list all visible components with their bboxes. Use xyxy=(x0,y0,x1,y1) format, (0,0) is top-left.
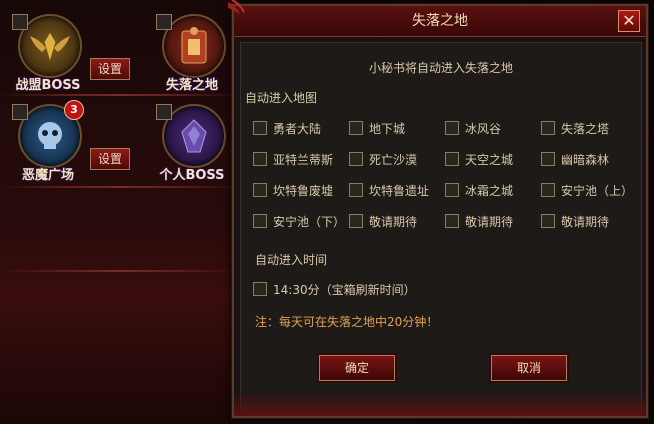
map-option[interactable]: 冰风谷 xyxy=(445,119,501,137)
checkbox[interactable] xyxy=(541,121,555,135)
checkbox[interactable] xyxy=(541,183,555,197)
map-option[interactable]: 安宁池（下） xyxy=(253,212,345,230)
dialog-titlebar: 失落之地 ✕ xyxy=(234,6,646,37)
divider xyxy=(0,186,240,188)
feature-name: 失落之地 xyxy=(165,78,218,93)
divider xyxy=(0,94,240,96)
map-option[interactable]: 亚特兰蒂斯 xyxy=(253,150,333,168)
bottom-glow xyxy=(234,392,646,416)
devil-square-settings-button[interactable]: 设置 xyxy=(90,148,130,170)
checkbox[interactable] xyxy=(253,183,267,197)
feature-name: 个人BOSS xyxy=(159,168,225,183)
feature-guild-boss[interactable]: 战盟BOSS xyxy=(12,14,84,94)
close-icon: ✕ xyxy=(622,11,636,30)
map-option[interactable]: 坎特鲁遗址 xyxy=(349,181,429,199)
map-option[interactable]: 坎特鲁废墟 xyxy=(253,181,333,199)
daily-limit-note: 注：每天可在失落之地中20分钟！ xyxy=(255,315,439,329)
checkbox[interactable] xyxy=(445,152,459,166)
checkbox[interactable] xyxy=(541,152,555,166)
feature-checkbox[interactable] xyxy=(156,14,172,30)
checkbox[interactable] xyxy=(349,183,363,197)
checkbox[interactable] xyxy=(445,214,459,228)
checkbox[interactable] xyxy=(253,214,267,228)
checkbox[interactable] xyxy=(253,121,267,135)
guild-boss-settings-button[interactable]: 设置 xyxy=(90,58,130,80)
feature-name: 战盟BOSS xyxy=(15,78,81,93)
lost-land-dialog: 失落之地 ✕ 小秘书将自动进入失落之地 自动进入地图 勇者大陆 地下城 冰风谷 … xyxy=(228,0,648,418)
notification-badge: 3 xyxy=(64,100,84,120)
cancel-button[interactable]: 取消 xyxy=(491,355,567,381)
map-option[interactable]: 地下城 xyxy=(349,119,405,137)
map-option[interactable]: 失落之塔 xyxy=(541,119,609,137)
feature-lost-land[interactable]: 失落之地 xyxy=(156,14,228,94)
checkbox[interactable] xyxy=(349,121,363,135)
feature-name: 恶魔广场 xyxy=(21,168,74,183)
map-section-label: 自动进入地图 xyxy=(245,91,318,105)
checkbox[interactable] xyxy=(541,214,555,228)
map-option[interactable]: 勇者大陆 xyxy=(253,119,321,137)
checkbox[interactable] xyxy=(445,183,459,197)
map-option[interactable]: 敬请期待 xyxy=(349,212,417,230)
map-option[interactable]: 幽暗森林 xyxy=(541,150,609,168)
map-option[interactable]: 死亡沙漠 xyxy=(349,150,417,168)
feature-checkbox[interactable] xyxy=(12,14,28,30)
dialog-subtitle: 小秘书将自动进入失落之地 xyxy=(368,61,513,75)
checkbox[interactable] xyxy=(349,214,363,228)
dragon-claw-icon xyxy=(226,0,250,24)
time-option[interactable]: 14:30分（宝箱刷新时间） xyxy=(253,280,416,298)
checkbox[interactable] xyxy=(253,152,267,166)
map-option[interactable]: 冰霜之城 xyxy=(445,181,513,199)
confirm-button[interactable]: 确定 xyxy=(319,355,395,381)
divider xyxy=(0,270,240,272)
map-option[interactable]: 敬请期待 xyxy=(445,212,513,230)
checkbox[interactable] xyxy=(253,282,267,296)
map-option[interactable]: 天空之城 xyxy=(445,150,513,168)
map-option[interactable]: 敬请期待 xyxy=(541,212,609,230)
feature-checkbox[interactable] xyxy=(12,104,28,120)
dialog-title: 失落之地 xyxy=(412,13,468,29)
checkbox[interactable] xyxy=(445,121,459,135)
close-button[interactable]: ✕ xyxy=(618,10,640,32)
dialog-body: 小秘书将自动进入失落之地 自动进入地图 勇者大陆 地下城 冰风谷 失落之塔 亚特… xyxy=(240,42,642,412)
feature-personal-boss[interactable]: 个人BOSS xyxy=(156,104,228,184)
map-option[interactable]: 安宁池（上） xyxy=(541,181,633,199)
time-section-label: 自动进入时间 xyxy=(255,253,328,267)
feature-checkbox[interactable] xyxy=(156,104,172,120)
checkbox[interactable] xyxy=(349,152,363,166)
